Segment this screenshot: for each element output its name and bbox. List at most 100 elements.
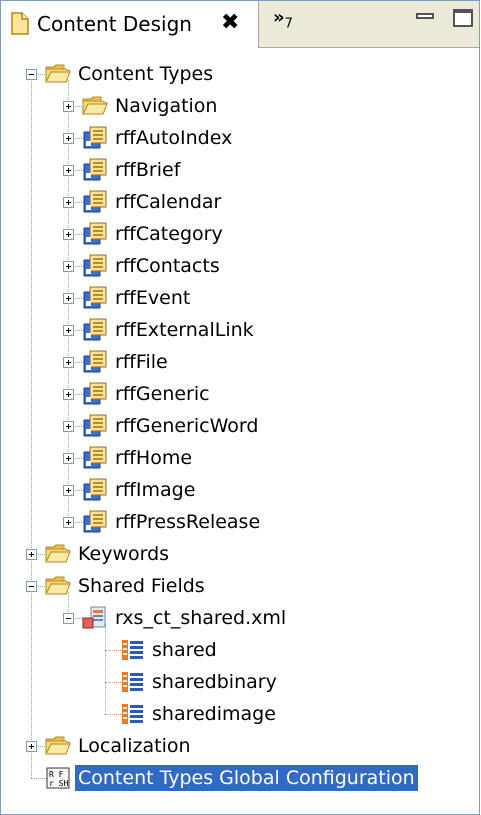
tab-overflow-button[interactable]: »7: [273, 7, 293, 36]
collapse-toggle[interactable]: [26, 581, 37, 592]
expand-toggle[interactable]: [63, 293, 74, 304]
tree-item-label: Shared Fields: [78, 575, 205, 597]
tree-item-label: Navigation: [115, 95, 218, 117]
tree-item[interactable]: sharedimage: [119, 699, 279, 729]
tree-item[interactable]: rffEvent: [82, 283, 193, 313]
global-config-icon: R Fr SH: [45, 766, 71, 790]
expand-toggle[interactable]: [63, 453, 74, 464]
chevron-double-right-icon: »: [273, 7, 285, 28]
content-tree: Content Types Navigation rffAutoIndex rffBr…: [1, 47, 479, 812]
tree-item[interactable]: Localization: [45, 731, 194, 761]
tree-item-label: Content Types Global Configuration: [75, 765, 418, 791]
expand-toggle[interactable]: [63, 165, 74, 176]
field-group-icon: [119, 702, 145, 726]
content-type-icon: [82, 414, 108, 438]
tree-item[interactable]: rxs_ct_shared.xml: [82, 603, 289, 633]
expand-toggle[interactable]: [63, 421, 74, 432]
tree-item-label: rffContacts: [115, 255, 220, 277]
folder-open-icon: [45, 542, 71, 566]
tree-item-label: rffBrief: [115, 159, 181, 181]
tree-item[interactable]: Navigation: [82, 91, 220, 121]
content-type-icon: [82, 510, 108, 534]
xml-file-icon: [82, 606, 108, 630]
tab-title: Content Design: [37, 12, 192, 36]
tree-item-label: Localization: [78, 735, 191, 757]
tree-branch-line: [105, 624, 106, 714]
expand-toggle[interactable]: [63, 325, 74, 336]
tree-item-label: rffCategory: [115, 223, 223, 245]
content-type-icon: [82, 446, 108, 470]
tree-item[interactable]: rffBrief: [82, 155, 183, 185]
content-type-icon: [82, 478, 108, 502]
minimize-button[interactable]: [416, 13, 434, 19]
content-design-view: Content Design ✖ »7 Content Types Navigat…: [0, 0, 480, 815]
tree-item[interactable]: rffContacts: [82, 251, 223, 281]
tree-item-label: rffExternalLink: [115, 319, 254, 341]
content-type-icon: [82, 382, 108, 406]
folder-open-icon: [82, 94, 108, 118]
tree-item[interactable]: Keywords: [45, 539, 172, 569]
tree-item-label: rxs_ct_shared.xml: [115, 607, 287, 629]
expand-toggle[interactable]: [63, 229, 74, 240]
expand-toggle[interactable]: [26, 741, 37, 752]
tree-item-label: sharedimage: [152, 703, 276, 725]
content-type-icon: [82, 126, 108, 150]
tree-item[interactable]: Content Types: [45, 59, 216, 89]
field-group-icon: [119, 638, 145, 662]
expand-toggle[interactable]: [63, 517, 74, 528]
maximize-button[interactable]: [453, 9, 473, 27]
field-group-icon: [119, 670, 145, 694]
folder-open-icon: [45, 574, 71, 598]
tree-item-label: Content Types: [78, 63, 214, 85]
tree-item-label: shared: [152, 639, 217, 661]
tree-item[interactable]: sharedbinary: [119, 667, 280, 697]
tree-item[interactable]: rffGenericWord: [82, 411, 261, 441]
svg-text:R F: R F: [49, 770, 64, 779]
tree-item[interactable]: rffCalendar: [82, 187, 224, 217]
close-icon[interactable]: ✖: [221, 9, 239, 37]
tree-item-label: rffGeneric: [115, 383, 210, 405]
content-type-icon: [82, 286, 108, 310]
content-type-icon: [82, 222, 108, 246]
tree-item-label: rffAutoIndex: [115, 127, 233, 149]
expand-toggle[interactable]: [63, 133, 74, 144]
expand-toggle[interactable]: [63, 197, 74, 208]
document-icon: [11, 12, 29, 35]
collapse-toggle[interactable]: [63, 613, 74, 624]
expand-toggle[interactable]: [63, 261, 74, 272]
collapse-toggle[interactable]: [26, 69, 37, 80]
tree-item[interactable]: rffExternalLink: [82, 315, 257, 345]
tree-trunk-line: [31, 74, 32, 778]
expand-toggle[interactable]: [63, 357, 74, 368]
content-type-icon: [82, 254, 108, 278]
tree-item-label: Keywords: [78, 543, 170, 565]
tree-item-label: rffFile: [115, 351, 168, 373]
svg-text:r SH: r SH: [49, 779, 68, 788]
tab-content-design[interactable]: Content Design ✖: [1, 1, 259, 48]
tree-item[interactable]: R Fr SH Content Types Global Configuratio…: [45, 763, 418, 793]
expand-toggle[interactable]: [63, 101, 74, 112]
folder-open-icon: [45, 734, 71, 758]
tree-item[interactable]: Shared Fields: [45, 571, 208, 601]
tree-item-label: rffPressRelease: [115, 511, 261, 533]
tree-item[interactable]: shared: [119, 635, 220, 665]
overflow-count: 7: [284, 16, 293, 32]
tree-item-label: rffHome: [115, 447, 193, 469]
tree-item[interactable]: rffPressRelease: [82, 507, 263, 537]
content-type-icon: [82, 318, 108, 342]
expand-toggle[interactable]: [63, 389, 74, 400]
tree-item[interactable]: rffImage: [82, 475, 198, 505]
tree-item-label: sharedbinary: [152, 671, 277, 693]
content-type-icon: [82, 350, 108, 374]
expand-toggle[interactable]: [26, 549, 37, 560]
tab-bar: Content Design ✖ »7: [1, 1, 479, 48]
tree-item[interactable]: rffHome: [82, 443, 195, 473]
folder-open-icon: [45, 62, 71, 86]
expand-toggle[interactable]: [63, 485, 74, 496]
tree-item[interactable]: rffAutoIndex: [82, 123, 235, 153]
tree-item[interactable]: rffGeneric: [82, 379, 213, 409]
tree-item-label: rffImage: [115, 479, 196, 501]
tree-item-label: rffEvent: [115, 287, 191, 309]
tree-item[interactable]: rffFile: [82, 347, 171, 377]
tree-item[interactable]: rffCategory: [82, 219, 226, 249]
